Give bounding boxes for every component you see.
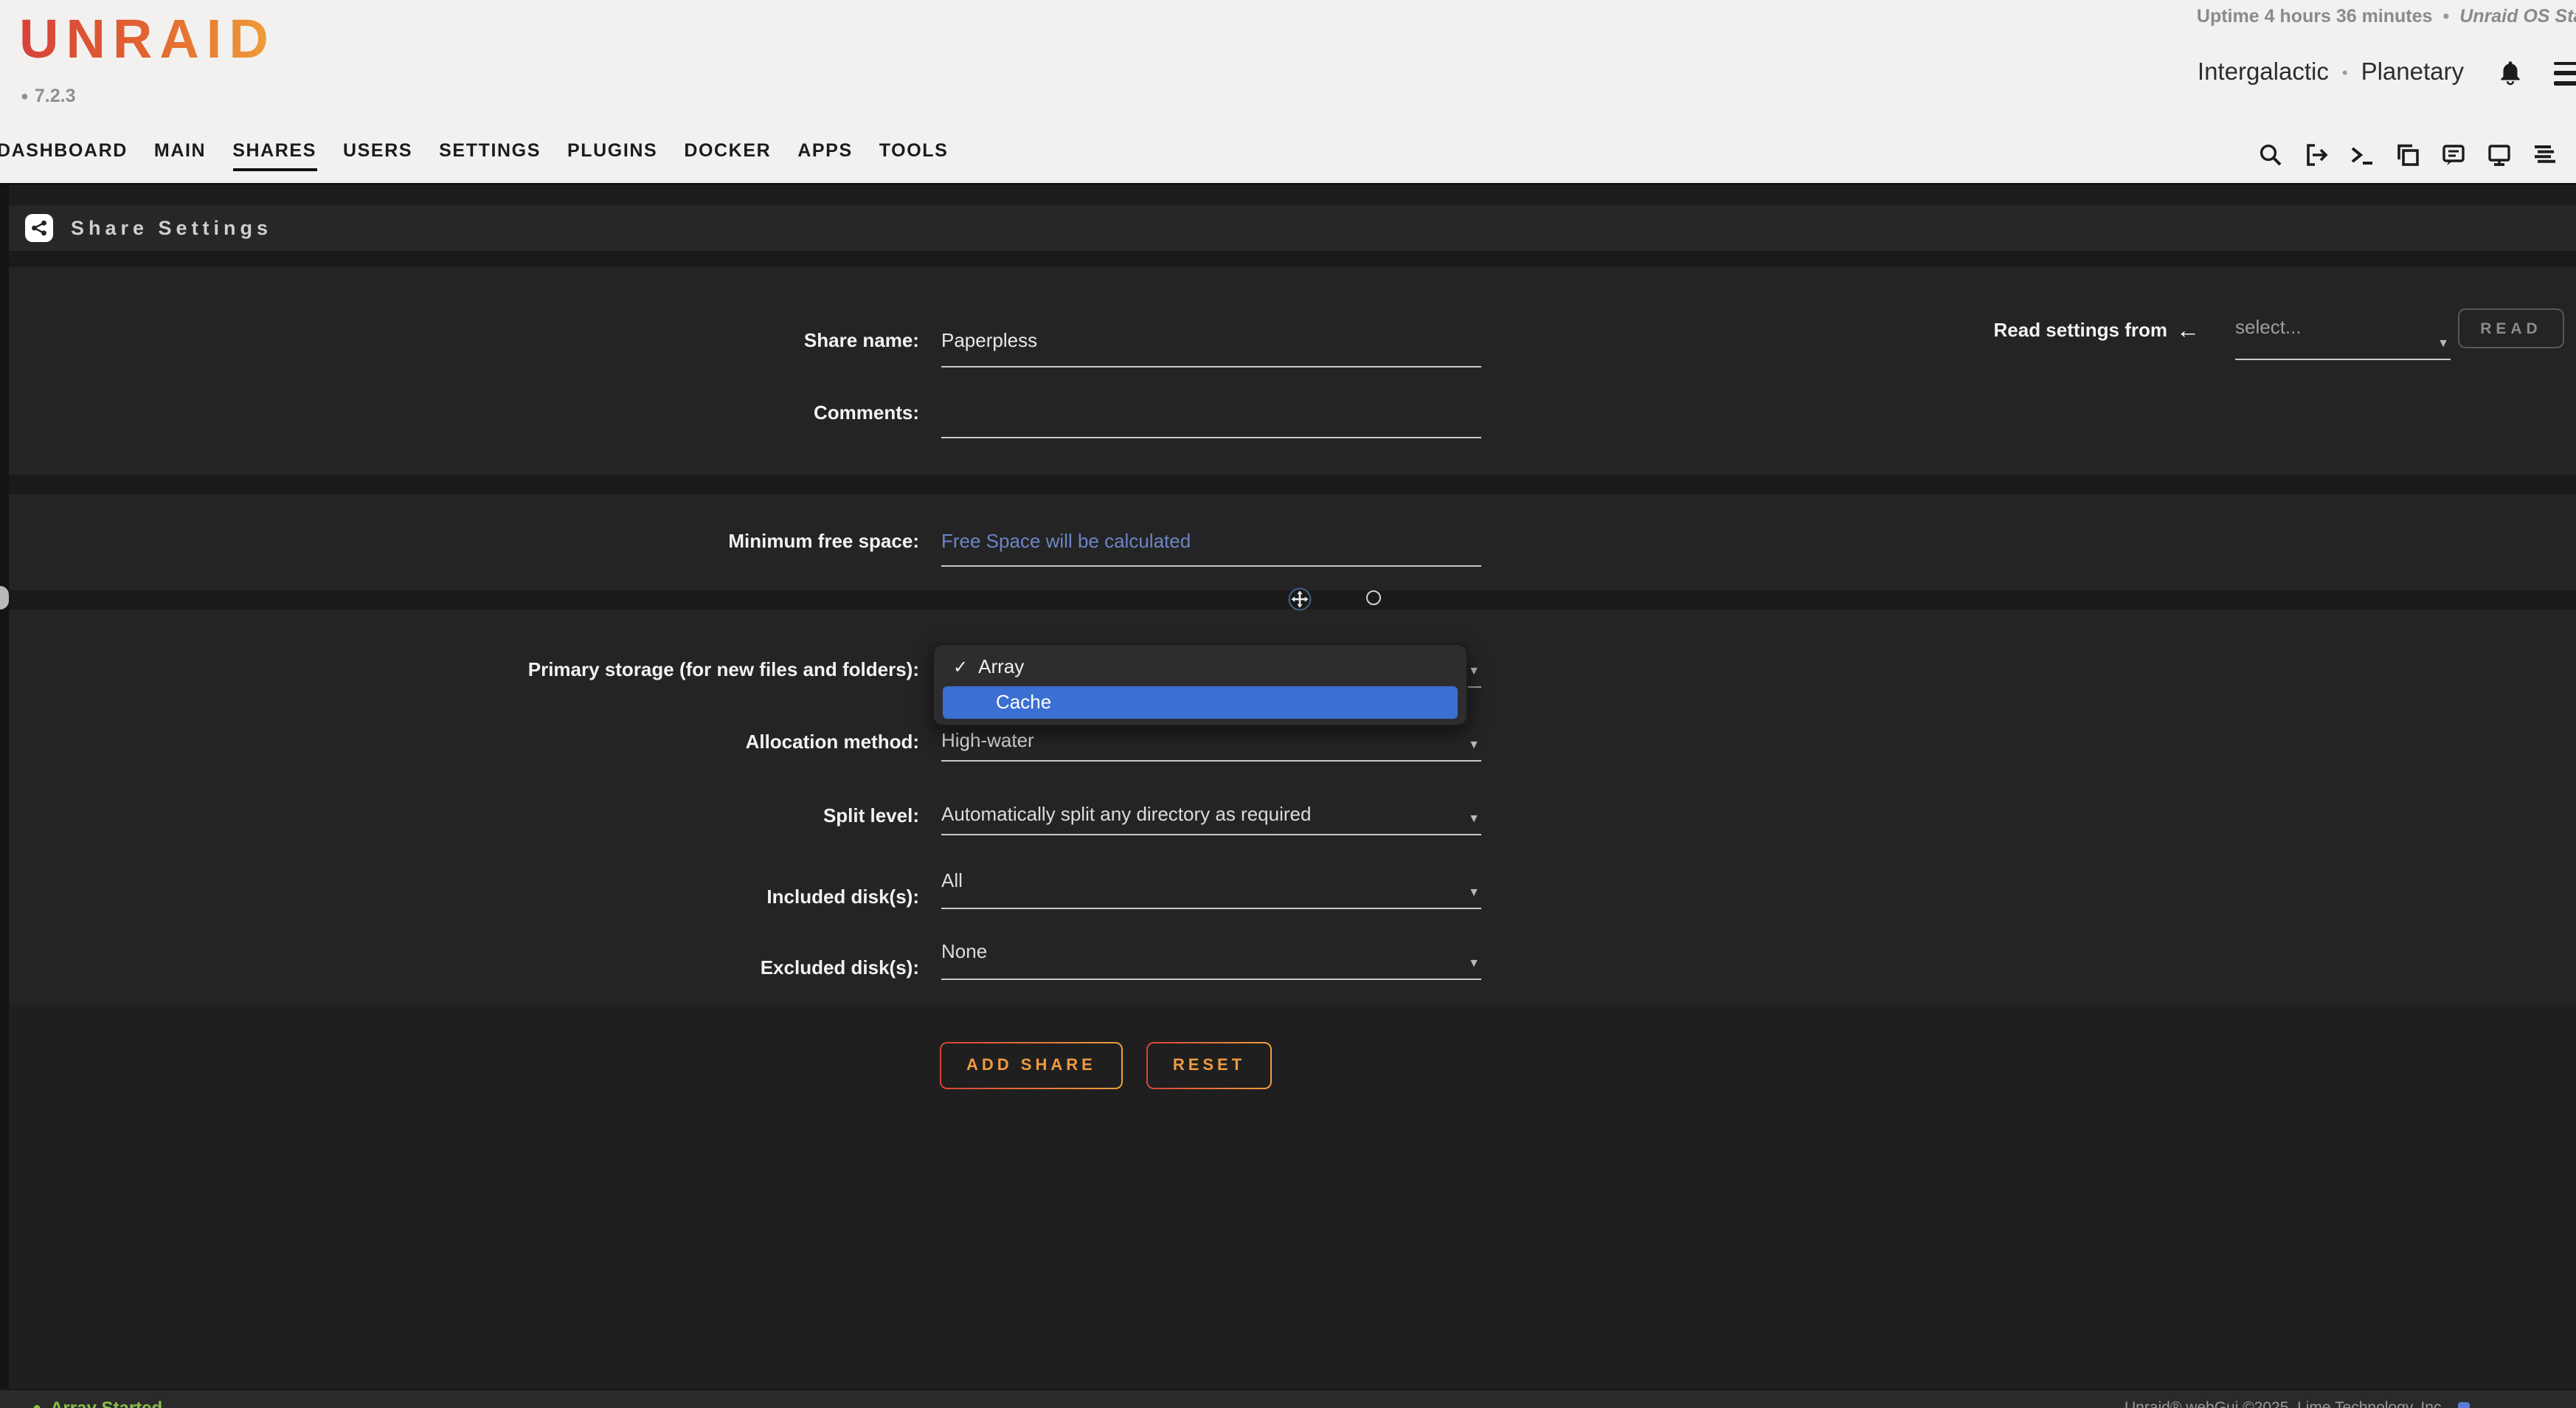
arrow-left-icon: ←	[2176, 319, 2200, 344]
min-free-space-label: Minimum free space:	[0, 521, 919, 552]
page-title: Share Settings	[71, 217, 272, 239]
menu-hamburger-icon[interactable]	[2554, 61, 2576, 85]
excluded-disks-label: Excluded disk(s):	[0, 939, 919, 979]
nav-item-plugins[interactable]: PLUGINS	[567, 140, 657, 168]
nav-item-tools[interactable]: TOOLS	[879, 140, 949, 168]
form-actions: ADD SHARE RESET	[940, 1042, 1272, 1089]
split-level-select[interactable]: Automatically split any directory as req…	[941, 800, 1481, 835]
comments-input[interactable]	[941, 401, 1481, 424]
os-edition-label: Unraid OS Starter	[2459, 6, 2576, 27]
nav-item-users[interactable]: USERS	[343, 140, 412, 168]
uptime-text: Uptime 4 hours 36 minutes	[2197, 6, 2433, 27]
split-level-label: Split level:	[0, 800, 919, 826]
server-description: Planetary	[2361, 59, 2464, 87]
nav-item-dashboard[interactable]: DASHBOARD	[0, 140, 128, 168]
nav-item-apps[interactable]: APPS	[797, 140, 853, 168]
notifications-bell-icon[interactable]	[2496, 59, 2524, 87]
copyright-text: Unraid® webGui ©2025, Lime Technology, I…	[2125, 1399, 2469, 1408]
nav-utility-icons	[2257, 142, 2576, 168]
share-name-label: Share name:	[0, 319, 919, 351]
min-free-space-input[interactable]	[941, 530, 1481, 552]
chevron-down-icon: ▼	[1468, 664, 1480, 677]
main-nav: DASHBOARD MAIN SHARES USERS SETTINGS PLU…	[0, 140, 948, 171]
nav-item-docker[interactable]: DOCKER	[684, 140, 771, 168]
version-label: 7.2.3	[35, 86, 76, 106]
feedback-icon[interactable]	[2440, 142, 2467, 168]
circle-cursor-icon	[1366, 590, 1381, 605]
search-icon[interactable]	[2257, 142, 2284, 168]
header: UNRAID ● 7.2.3 Uptime 4 hours 36 minutes…	[0, 0, 2576, 184]
nav-item-settings[interactable]: SETTINGS	[439, 140, 541, 168]
nav-item-main[interactable]: MAIN	[154, 140, 206, 168]
chevron-down-icon: ▼	[1468, 812, 1480, 825]
server-identity: Intergalactic • Planetary	[2198, 59, 2576, 87]
included-disks-select[interactable]: All ▼	[941, 868, 1481, 909]
log-icon[interactable]	[2532, 142, 2558, 168]
read-button[interactable]: READ	[2458, 308, 2564, 348]
uptime-separator: •	[2442, 6, 2449, 27]
footer-link-icon[interactable]	[2457, 1402, 2469, 1408]
comments-field	[941, 393, 1481, 438]
comments-label: Comments:	[0, 393, 919, 424]
read-settings-select[interactable]: select... ▼	[2235, 313, 2451, 360]
terminal-icon[interactable]	[2349, 142, 2375, 168]
content-top-gap	[0, 184, 2576, 205]
status-dot-icon: ●	[32, 1400, 41, 1408]
checkmark-icon: ✓	[953, 657, 968, 677]
allocation-method-label: Allocation method:	[0, 726, 919, 753]
uptime-status: Uptime 4 hours 36 minutes • Unraid OS Star…	[2197, 6, 2576, 27]
chevron-down-icon: ▼	[1468, 956, 1480, 970]
unraid-webgui: UNRAID ● 7.2.3 Uptime 4 hours 36 minutes…	[0, 0, 2576, 1408]
primary-storage-label: Primary storage (for new files and folde…	[0, 652, 919, 680]
version-dot-icon: ●	[21, 89, 29, 103]
share-settings-icon	[25, 214, 53, 242]
move-cursor-icon	[1288, 587, 1312, 618]
allocation-method-value: High-water	[941, 729, 1481, 751]
version-badge: ● 7.2.3	[21, 86, 76, 106]
monitor-icon[interactable]	[2486, 142, 2513, 168]
array-status: ● Array Started	[32, 1398, 162, 1408]
unraid-logo[interactable]: UNRAID	[19, 9, 276, 71]
excluded-disks-value: None	[941, 940, 1481, 962]
panel-actions	[9, 1005, 2576, 1389]
add-share-button[interactable]: ADD SHARE	[940, 1042, 1123, 1089]
copy-icon[interactable]	[2395, 142, 2421, 168]
reset-button[interactable]: RESET	[1146, 1042, 1272, 1089]
allocation-method-select[interactable]: High-water ▼	[941, 726, 1481, 762]
left-edge-strip	[0, 184, 9, 1408]
server-separator: •	[2342, 64, 2348, 82]
chevron-down-icon: ▼	[2437, 337, 2449, 350]
included-disks-value: All	[941, 869, 1481, 891]
share-name-field	[941, 319, 1481, 367]
share-name-input[interactable]	[941, 329, 1481, 351]
split-level-value: Automatically split any directory as req…	[941, 803, 1481, 825]
read-settings-select-value: select...	[2235, 313, 2451, 338]
server-name: Intergalactic	[2198, 59, 2329, 87]
primary-storage-dropdown: ✓Array Cache	[932, 643, 1468, 726]
panel-share-identity	[9, 267, 2576, 475]
included-disks-label: Included disk(s):	[0, 868, 919, 908]
read-settings-label: Read settings from←	[1994, 319, 2201, 345]
chevron-down-icon: ▼	[1468, 738, 1480, 751]
dropdown-option-cache[interactable]: Cache	[943, 686, 1458, 719]
dropdown-option-array[interactable]: ✓Array	[953, 655, 1024, 677]
footer: ● Array Started Unraid® webGui ©2025, Li…	[0, 1389, 2576, 1408]
logout-icon[interactable]	[2303, 142, 2330, 168]
page-title-bar: Share Settings	[9, 205, 2576, 251]
min-free-space-field	[941, 521, 1481, 567]
excluded-disks-select[interactable]: None ▼	[941, 939, 1481, 980]
array-status-text: Array Started	[50, 1398, 162, 1408]
nav-item-shares[interactable]: SHARES	[232, 140, 316, 171]
chevron-down-icon: ▼	[1468, 886, 1480, 899]
